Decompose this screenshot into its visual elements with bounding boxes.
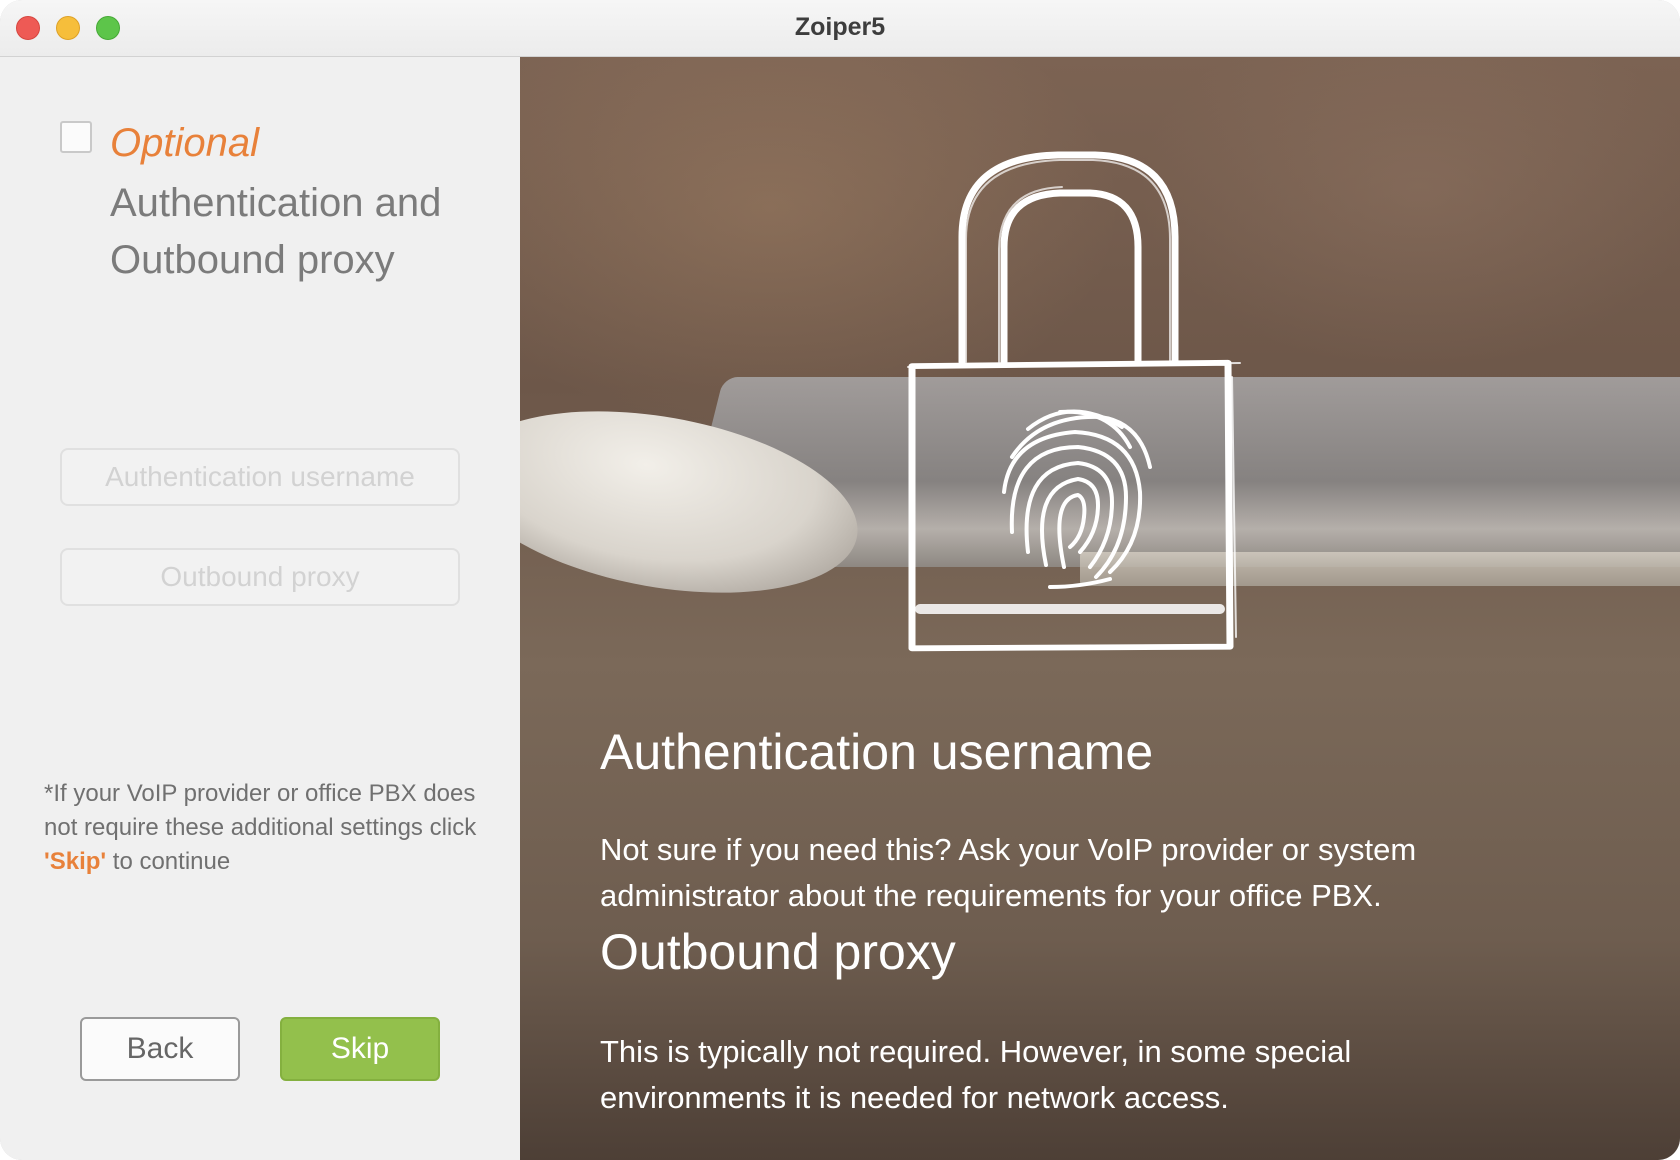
authentication-username-input[interactable] [60, 448, 460, 506]
optional-label: Optional [110, 121, 259, 165]
outbound-proxy-heading: Outbound proxy [600, 924, 956, 980]
auth-username-description: Not sure if you need this? Ask your VoIP… [600, 832, 1417, 913]
title-bar: Zoiper5 [0, 0, 1680, 57]
step-heading: Authentication and Outbound proxy [110, 181, 442, 282]
auth-username-heading: Authentication username [600, 724, 1154, 780]
skip-button[interactable]: Skip [280, 1017, 440, 1081]
skip-note-highlight: 'Skip' [44, 848, 107, 875]
outbound-proxy-input[interactable] [60, 548, 460, 606]
back-button[interactable]: Back [80, 1017, 240, 1081]
settings-panel: Optional Authentication and Outbound pro… [0, 57, 520, 1160]
skip-note: *If your VoIP provider or office PBX doe… [44, 777, 484, 879]
optional-checkbox[interactable] [60, 121, 92, 153]
padlock-fingerprint-icon [907, 151, 1241, 652]
skip-note-text-end: to continue [106, 848, 231, 875]
outbound-proxy-description: This is typically not required. However,… [600, 1034, 1352, 1115]
app-window: Zoiper5 Optional Authentication and Outb… [0, 0, 1680, 1160]
window-title: Zoiper5 [794, 13, 886, 41]
info-panel: Authentication username Not sure if you … [520, 57, 1680, 1160]
skip-note-text: *If your VoIP provider or office PBX doe… [44, 780, 477, 841]
